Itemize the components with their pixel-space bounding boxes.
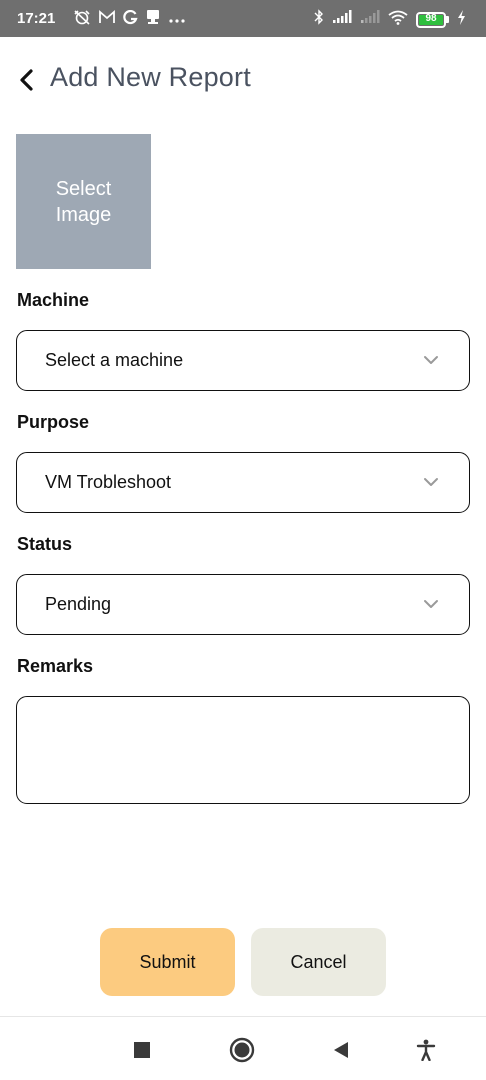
back-button[interactable] [12,64,40,96]
charging-icon [457,9,466,30]
accessibility-icon [416,1039,436,1061]
status-time: 17:21 [17,10,56,27]
more-icon [168,11,186,28]
system-nav-bar [0,1016,486,1080]
chevron-down-icon [424,600,438,608]
page-title: Add New Report [50,62,251,92]
gmail-icon [98,10,116,28]
chevron-down-icon [424,478,438,486]
status-right-icons: 98 [314,9,466,30]
machine-select-value: Select a machine [45,350,184,370]
battery-icon: 98 [416,11,449,28]
purpose-select[interactable]: VM Trobleshoot [16,452,470,513]
remarks-label: Remarks [17,656,94,676]
app-header: Add New Report [0,56,486,104]
submit-button[interactable]: Submit [100,928,235,996]
home-circle-icon [229,1037,255,1063]
bluetooth-icon [314,9,324,30]
alarm-off-icon [73,9,91,29]
google-icon [123,9,138,29]
select-image-button[interactable]: Select Image [16,134,151,269]
status-select[interactable]: Pending [16,574,470,635]
purpose-select-value: VM Trobleshoot [45,472,172,492]
recents-square-icon [134,1042,150,1058]
signal-icon [332,10,352,29]
accessibility-button[interactable] [411,1035,441,1065]
recents-button[interactable] [127,1035,157,1065]
back-triangle-icon [334,1042,348,1058]
machine-select[interactable]: Select a machine [16,330,470,391]
signal-weak-icon [360,10,380,29]
select-image-label: Select Image [55,177,112,226]
wifi-icon [388,10,408,30]
status-bar: 17:21 98 [0,0,486,37]
remarks-textarea[interactable] [16,696,470,804]
status-select-value: Pending [45,594,112,614]
purpose-label: Purpose [17,412,90,432]
chevron-down-icon [424,356,438,364]
cancel-button[interactable]: Cancel [251,928,386,996]
battery-level: 98 [425,12,437,24]
notification-icon [145,9,161,29]
status-left-icons [73,9,186,29]
chevron-left-icon [20,69,33,91]
home-button[interactable] [227,1035,257,1065]
machine-label: Machine [17,290,90,310]
status-label: Status [17,534,73,554]
back-nav-button[interactable] [326,1035,356,1065]
